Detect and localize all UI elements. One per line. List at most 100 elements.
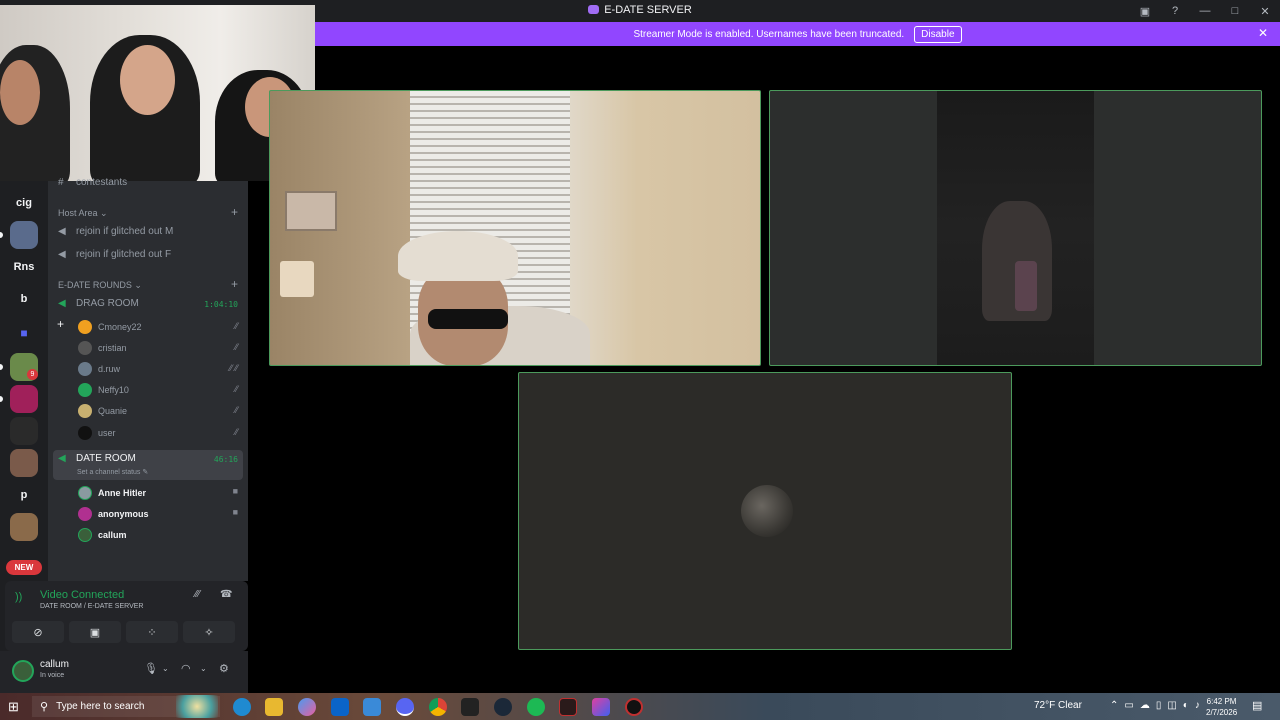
- voice-channel-drag-room[interactable]: ◀ DRAG ROOM: [58, 298, 139, 309]
- unread-pip: [0, 364, 3, 370]
- weather-widget[interactable]: 72°F Clear: [1034, 700, 1082, 711]
- speaker-icon: ◀: [58, 226, 66, 237]
- channel-contestants[interactable]: # contestants: [58, 177, 127, 188]
- voice-status[interactable]: Video Connected: [40, 589, 124, 601]
- maximize-button[interactable]: □: [1220, 0, 1250, 22]
- hash-icon: #: [58, 177, 64, 188]
- server-icon[interactable]: [10, 513, 38, 541]
- outlook-icon[interactable]: [331, 698, 349, 716]
- close-button[interactable]: ✕: [1250, 0, 1280, 22]
- deafen-icon: ⁄⁄ ⁄⁄: [229, 363, 238, 373]
- server-icon[interactable]: Rns: [10, 253, 38, 281]
- avatar: [78, 341, 92, 355]
- screen-share-icon[interactable]: ▣: [1130, 0, 1160, 22]
- unread-pip: [0, 396, 3, 402]
- chrome-icon[interactable]: [429, 698, 447, 716]
- app-icon[interactable]: [559, 698, 577, 716]
- voice-user[interactable]: anonymous: [78, 507, 149, 521]
- avatar: [78, 486, 92, 500]
- spotify-icon[interactable]: [527, 698, 545, 716]
- video-tile[interactable]: [269, 90, 761, 366]
- steam-icon[interactable]: [494, 698, 512, 716]
- date-room-label[interactable]: ◀ DATE ROOM: [58, 453, 136, 464]
- category-host-area[interactable]: Host Area ⌄: [58, 208, 108, 219]
- chevron-down-icon[interactable]: ⌄: [200, 664, 207, 673]
- app-icon[interactable]: [592, 698, 610, 716]
- server-icon[interactable]: cig: [10, 189, 38, 217]
- discord-logo-icon: [588, 5, 600, 14]
- sunglasses: [428, 309, 508, 329]
- voice-user[interactable]: Anne Hitler: [78, 486, 146, 500]
- headphones-icon[interactable]: ◠: [181, 662, 191, 675]
- edge-icon[interactable]: [233, 698, 251, 716]
- toggle-camera-button[interactable]: ⊘: [12, 621, 64, 643]
- mention-badge: 9: [27, 369, 38, 380]
- help-icon[interactable]: ?: [1160, 0, 1190, 22]
- server-icon[interactable]: p: [10, 481, 38, 509]
- voice-user[interactable]: cristian: [78, 341, 127, 355]
- avatar[interactable]: [12, 660, 34, 682]
- add-channel-icon[interactable]: +: [231, 277, 238, 291]
- camera-icon: ■: [232, 486, 238, 496]
- notification-icon[interactable]: ▤: [1252, 699, 1262, 712]
- minimize-button[interactable]: —: [1190, 0, 1220, 22]
- clock[interactable]: 6:42 PM 2/7/2026: [1206, 696, 1237, 718]
- channel-status[interactable]: Set a channel status ✎: [77, 468, 148, 476]
- webcam-face: [0, 60, 40, 125]
- chevron-down-icon[interactable]: ⌄: [162, 664, 169, 673]
- voice-user[interactable]: d.ruw: [78, 362, 120, 376]
- server-icon[interactable]: [10, 385, 38, 413]
- soundboard-button[interactable]: ✧: [183, 621, 235, 643]
- voice-channel[interactable]: ◀ rejoin if glitched out M: [58, 226, 173, 237]
- speaker-icon: ◀: [58, 249, 66, 260]
- webcam-face: [120, 45, 175, 115]
- gear-icon[interactable]: ⚙: [219, 662, 229, 675]
- video-tile[interactable]: [518, 372, 1012, 650]
- cap: [398, 231, 518, 281]
- pencil-icon: ✎: [142, 469, 149, 476]
- folder-icon[interactable]: ■: [10, 319, 38, 347]
- microphone-icon[interactable]: 🎙: [144, 662, 158, 675]
- voice-user[interactable]: Cmoney22: [78, 320, 142, 334]
- noise-suppression-icon[interactable]: ⁄⁄⁄: [195, 589, 200, 600]
- window-title: E-DATE SERVER: [604, 4, 692, 16]
- discord-icon[interactable]: [396, 698, 414, 716]
- activities-button[interactable]: ⁘: [126, 621, 178, 643]
- signal-icon[interactable]: )): [15, 591, 22, 603]
- server-icon[interactable]: b: [10, 285, 38, 313]
- store-icon[interactable]: [363, 698, 381, 716]
- unread-pip: [0, 232, 3, 238]
- voice-connection-panel: )) Video Connected DATE ROOM / E-DATE SE…: [5, 581, 248, 651]
- voice-channel[interactable]: ◀ rejoin if glitched out F: [58, 249, 171, 260]
- avatar: [78, 426, 92, 440]
- server-icon[interactable]: [10, 449, 38, 477]
- close-banner-icon[interactable]: ✕: [1258, 26, 1268, 40]
- system-tray[interactable]: ⌃▭☁▯◫◐♪: [1110, 700, 1206, 711]
- username[interactable]: callum: [40, 659, 69, 670]
- avatar: [78, 320, 92, 334]
- avatar: [741, 485, 793, 537]
- user-status: In voice: [40, 672, 65, 679]
- voice-user[interactable]: user: [78, 426, 116, 440]
- mute-icon: ⁄⁄: [234, 384, 238, 394]
- speaker-icon: ◀: [58, 298, 66, 309]
- disconnect-icon[interactable]: ☎: [220, 589, 232, 600]
- windows-start-icon[interactable]: ⊞: [8, 699, 19, 715]
- voice-user[interactable]: callum: [78, 528, 127, 542]
- disable-streamer-mode-button[interactable]: Disable: [914, 25, 962, 43]
- copilot-icon[interactable]: [298, 698, 316, 716]
- add-channel-icon[interactable]: +: [231, 205, 238, 219]
- app-icon[interactable]: [625, 698, 643, 716]
- category-e-date-rounds[interactable]: E-DATE ROUNDS ⌄: [58, 280, 142, 291]
- voice-location[interactable]: DATE ROOM / E-DATE SERVER: [40, 603, 143, 610]
- webcam-overlay: [0, 5, 315, 181]
- voice-user[interactable]: Neffy10: [78, 383, 129, 397]
- file-explorer-icon[interactable]: [265, 698, 283, 716]
- server-icon[interactable]: [10, 221, 38, 249]
- epic-games-icon[interactable]: [461, 698, 479, 716]
- video-tile[interactable]: [769, 90, 1262, 366]
- drink-cup: [1015, 261, 1037, 311]
- voice-user[interactable]: Quanie: [78, 404, 127, 418]
- share-screen-button[interactable]: ▣: [69, 621, 121, 643]
- server-icon[interactable]: [10, 417, 38, 445]
